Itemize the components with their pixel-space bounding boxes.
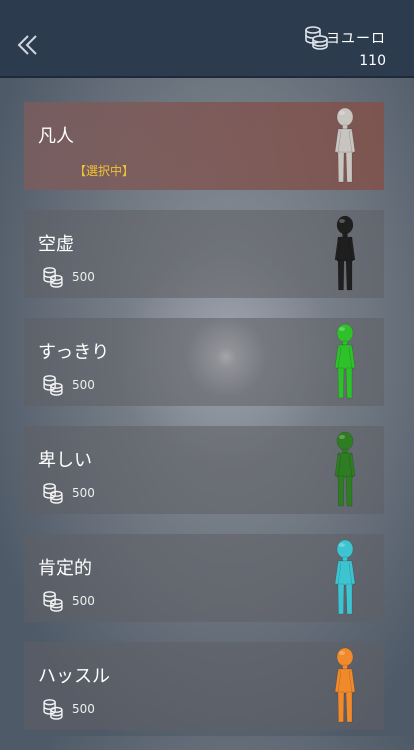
character-name: 空虚 — [38, 234, 74, 255]
character-list: 凡人 【選択中】 空虚 500 すっきり 500 卑しい 500 肯定的 500… — [24, 102, 384, 750]
coin-stack-icon — [43, 267, 63, 288]
character-figure — [334, 323, 356, 399]
character-card-0[interactable]: 凡人 【選択中】 — [24, 102, 384, 190]
currency-amount: 110 — [359, 53, 386, 69]
character-figure — [334, 215, 356, 291]
price-label: 500 — [72, 486, 95, 500]
price-label: 500 — [72, 270, 95, 284]
character-name: 凡人 — [38, 126, 74, 147]
character-figure — [334, 431, 356, 507]
character-name: すっきり — [38, 342, 110, 363]
character-name: ハッスル — [38, 666, 110, 687]
price-label: 500 — [72, 594, 95, 608]
coin-stack-icon — [43, 375, 63, 396]
character-name: 卑しい — [38, 450, 92, 471]
coin-stack-icon — [43, 591, 63, 612]
price-label: 500 — [72, 378, 95, 392]
character-card-5[interactable]: ハッスル 500 — [24, 642, 384, 730]
coin-stack-icon — [43, 699, 63, 720]
character-card-2[interactable]: すっきり 500 — [24, 318, 384, 406]
character-name: 肯定的 — [38, 558, 92, 579]
character-figure — [334, 107, 356, 183]
character-figure — [334, 539, 356, 615]
back-button[interactable] — [14, 30, 40, 60]
character-card-4[interactable]: 肯定的 500 — [24, 534, 384, 622]
character-figure — [334, 647, 356, 723]
character-card-3[interactable]: 卑しい 500 — [24, 426, 384, 514]
coin-stack-icon — [43, 483, 63, 504]
selected-status: 【選択中】 — [74, 164, 135, 178]
character-card-1[interactable]: 空虚 500 — [24, 210, 384, 298]
header-bar: ヨユーロ 110 — [0, 0, 414, 78]
price-label: 500 — [72, 702, 95, 716]
currency-name: ヨユーロ — [326, 31, 386, 47]
